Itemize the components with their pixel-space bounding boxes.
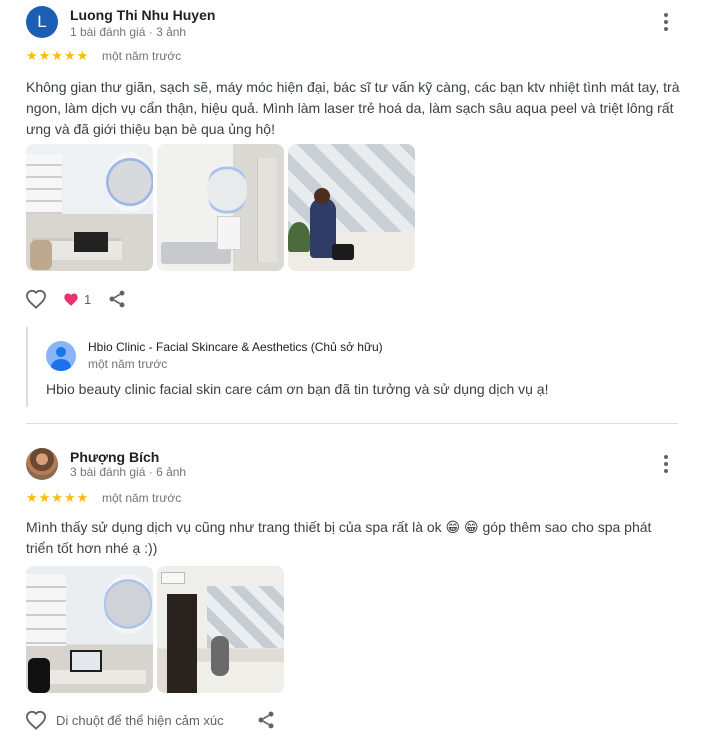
avatar-letter: L bbox=[37, 12, 47, 31]
review-photo[interactable] bbox=[288, 144, 415, 271]
more-vert-icon[interactable] bbox=[656, 454, 676, 474]
review-photo[interactable] bbox=[157, 144, 284, 271]
heart-filled-icon[interactable] bbox=[62, 287, 80, 311]
review-text: Mình thấy sử dụng dịch vụ cũng như trang… bbox=[26, 519, 652, 556]
reviewer-meta: 1 bài đánh giá · 3 ảnh bbox=[70, 25, 187, 39]
review-time: một năm trước bbox=[102, 49, 182, 63]
share-icon[interactable] bbox=[254, 708, 278, 732]
heart-outline-icon[interactable] bbox=[24, 708, 48, 732]
avatar[interactable] bbox=[26, 448, 58, 480]
review-photo[interactable] bbox=[26, 566, 153, 693]
reviewer-name[interactable]: Luong Thi Nhu Huyen bbox=[70, 7, 215, 23]
owner-name[interactable]: Hbio Clinic - Facial Skincare & Aestheti… bbox=[88, 340, 383, 354]
reply-time: một năm trước bbox=[88, 357, 168, 371]
star-rating: ★★★★★ bbox=[26, 48, 90, 63]
avatar-placeholder-icon bbox=[46, 341, 76, 371]
review-actions: Di chuột để thể hiện cảm xúc bbox=[24, 708, 278, 732]
avatar[interactable]: L bbox=[26, 6, 58, 38]
reviewer-name[interactable]: Phượng Bích bbox=[70, 449, 159, 465]
share-icon[interactable] bbox=[105, 287, 129, 311]
review-photo[interactable] bbox=[157, 566, 284, 693]
reply-text: Hbio beauty clinic facial skin care cám … bbox=[46, 381, 549, 397]
heart-outline-icon[interactable] bbox=[24, 287, 48, 311]
owner-reply: Hbio Clinic - Facial Skincare & Aestheti… bbox=[26, 327, 678, 407]
review-text: Không gian thư giãn, sạch sẽ, máy móc hi… bbox=[26, 79, 680, 137]
reaction-count: 1 bbox=[84, 291, 92, 307]
more-vert-icon[interactable] bbox=[656, 12, 676, 32]
review-photos bbox=[26, 566, 284, 693]
star-rating: ★★★★★ bbox=[26, 490, 90, 505]
review-photo[interactable] bbox=[26, 144, 153, 271]
reaction-hint: Di chuột để thể hiện cảm xúc bbox=[56, 712, 224, 728]
review-actions: 1 bbox=[24, 287, 129, 311]
review-photos bbox=[26, 144, 415, 271]
review-divider bbox=[26, 423, 678, 424]
review-time: một năm trước bbox=[102, 491, 182, 505]
reviewer-meta: 3 bài đánh giá · 6 ảnh bbox=[70, 465, 187, 479]
